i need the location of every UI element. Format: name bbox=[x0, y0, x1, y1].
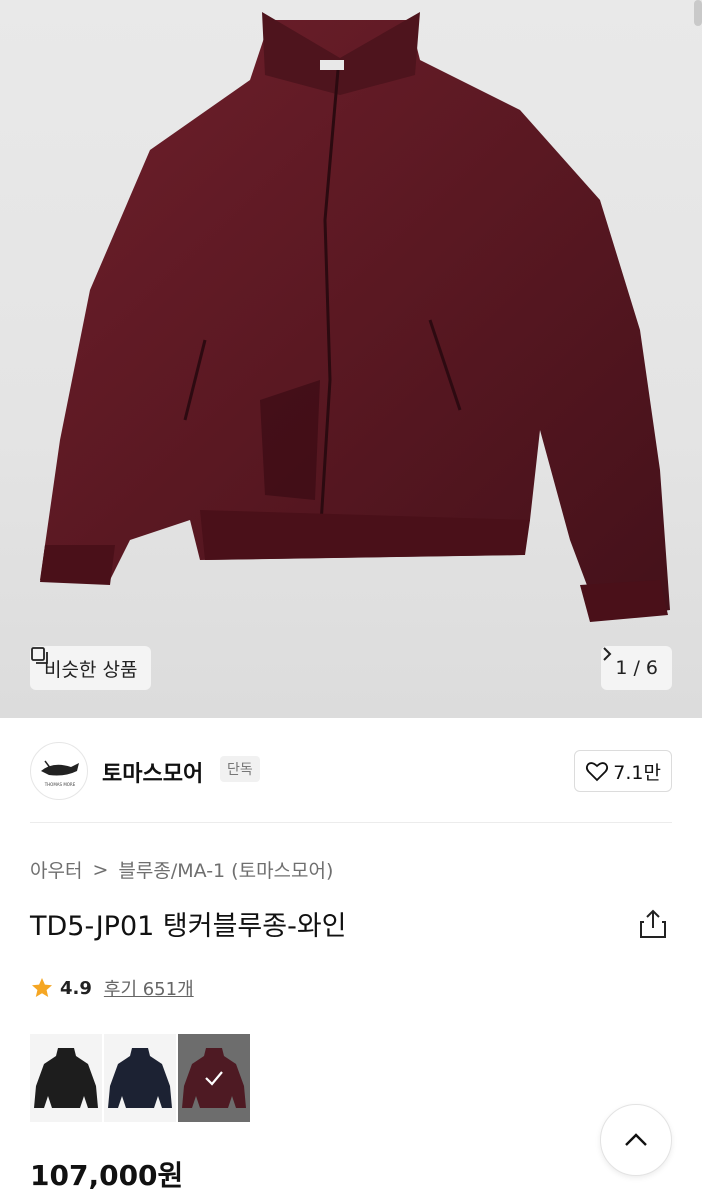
breadcrumb-category[interactable]: 아우터 bbox=[30, 856, 82, 883]
brand-logo[interactable]: THOMAS MORE bbox=[30, 742, 88, 800]
chevron-up-icon bbox=[625, 1133, 647, 1146]
pager-text: 1 / 6 bbox=[615, 657, 658, 679]
scroll-indicator bbox=[694, 0, 702, 26]
swatch-wine-selected[interactable] bbox=[178, 1034, 250, 1122]
svg-text:THOMAS MORE: THOMAS MORE bbox=[44, 782, 76, 787]
scroll-to-top-button[interactable] bbox=[600, 1104, 672, 1176]
exclusive-badge: 단독 bbox=[220, 756, 260, 782]
breadcrumb: 아우터 > 블루종/MA-1 (토마스모어) bbox=[30, 856, 333, 883]
brand-row: THOMAS MORE 토마스모어 단독 7.1만 bbox=[0, 740, 702, 804]
jacket-thumbnail-navy bbox=[108, 1048, 172, 1108]
share-icon[interactable] bbox=[638, 908, 668, 940]
divider bbox=[30, 822, 672, 823]
review-count-link[interactable]: 후기 651개 bbox=[104, 975, 194, 1001]
copy-icon bbox=[31, 647, 48, 664]
chevron-right-icon bbox=[603, 647, 612, 661]
like-button[interactable]: 7.1만 bbox=[574, 750, 672, 792]
rating-row: 4.9 후기 651개 bbox=[30, 975, 194, 1001]
jacket-image bbox=[40, 12, 670, 622]
similar-products-label: 비슷한 상품 bbox=[44, 658, 138, 681]
product-image-gallery[interactable]: 비슷한 상품 1 / 6 bbox=[0, 0, 702, 718]
jacket-thumbnail-black bbox=[34, 1048, 98, 1108]
check-icon bbox=[205, 1071, 223, 1086]
product-price: 107,000원 bbox=[30, 1159, 184, 1192]
image-pager[interactable]: 1 / 6 bbox=[601, 646, 672, 690]
color-swatches bbox=[30, 1034, 250, 1122]
similar-products-button[interactable]: 비슷한 상품 bbox=[30, 646, 152, 690]
rating-score: 4.9 bbox=[60, 977, 92, 999]
like-count: 7.1만 bbox=[613, 761, 661, 784]
heart-icon bbox=[586, 762, 609, 782]
breadcrumb-separator: > bbox=[92, 858, 109, 881]
swatch-navy[interactable] bbox=[104, 1034, 176, 1122]
whale-logo-icon: THOMAS MORE bbox=[41, 760, 79, 787]
breadcrumb-subcategory[interactable]: 블루종/MA-1 (토마스모어) bbox=[118, 856, 333, 883]
star-icon bbox=[32, 978, 52, 997]
brand-name[interactable]: 토마스모어 bbox=[102, 756, 203, 788]
product-title: TD5-JP01 탱커블루종-와인 bbox=[30, 911, 347, 942]
swatch-black[interactable] bbox=[30, 1034, 102, 1122]
